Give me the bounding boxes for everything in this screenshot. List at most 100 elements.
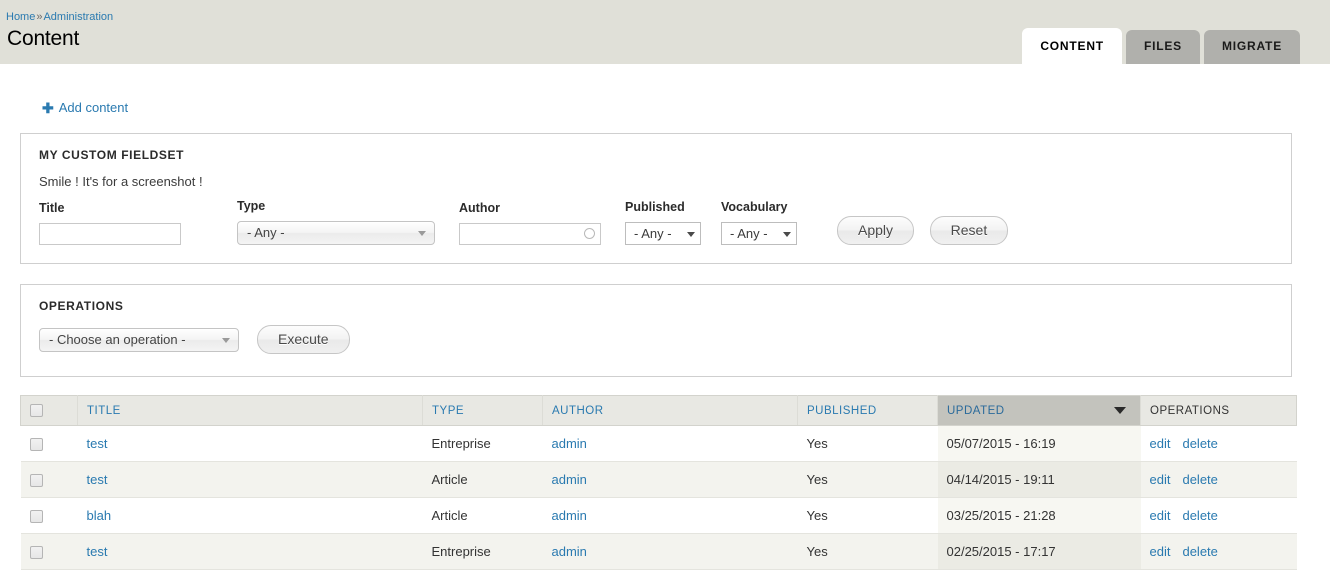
- row-author-link[interactable]: admin: [552, 436, 587, 451]
- row-delete-link[interactable]: delete: [1182, 508, 1217, 523]
- breadcrumb-item-administration[interactable]: Administration: [43, 11, 113, 23]
- filter-title-label: Title: [39, 201, 65, 215]
- row-title-link[interactable]: test: [87, 472, 108, 487]
- row-delete-link[interactable]: delete: [1182, 436, 1217, 451]
- row-title-cell: test: [77, 425, 423, 462]
- content-table-wrapper: TITLE TYPE AUTHOR PUBLISHED UPDATED OPER…: [20, 395, 1297, 570]
- row-edit-link[interactable]: edit: [1150, 544, 1171, 559]
- reset-button[interactable]: Reset: [929, 216, 1009, 245]
- row-select-cell: [20, 425, 78, 462]
- title-input[interactable]: [39, 223, 181, 245]
- chevron-down-icon: [783, 232, 791, 237]
- action-links: ✚ Add content: [0, 64, 1330, 117]
- row-edit-link[interactable]: edit: [1150, 472, 1171, 487]
- column-header-operations: OPERATIONS: [1140, 395, 1297, 426]
- filter-title-item: Title: [39, 201, 181, 245]
- table-row: blah Article admin Yes 03/25/2015 - 21:2…: [20, 497, 1297, 534]
- row-checkbox[interactable]: [29, 438, 43, 452]
- tab-migrate[interactable]: MIGRATE: [1203, 30, 1300, 64]
- row-delete-link[interactable]: delete: [1182, 544, 1217, 559]
- breadcrumb: Home»Administration: [6, 11, 113, 23]
- row-author-link[interactable]: admin: [552, 508, 587, 523]
- row-title-link[interactable]: blah: [87, 508, 112, 523]
- row-operations-cell: edit delete: [1140, 533, 1297, 570]
- row-updated-cell: 05/07/2015 - 16:19: [937, 425, 1141, 462]
- row-select-cell: [20, 497, 78, 534]
- row-updated-cell: 04/14/2015 - 19:11: [937, 461, 1141, 498]
- column-header-updated[interactable]: UPDATED: [937, 395, 1141, 426]
- primary-tabs: CONTENT FILES MIGRATE: [1018, 28, 1300, 64]
- row-author-link[interactable]: admin: [552, 544, 587, 559]
- row-type-cell: Article: [422, 497, 543, 534]
- select-all-header: [20, 395, 78, 426]
- operations-fieldset-legend: OPERATIONS: [39, 299, 124, 313]
- column-header-published[interactable]: PUBLISHED: [797, 395, 938, 426]
- table-row: test Entreprise admin Yes 02/25/2015 - 1…: [20, 533, 1297, 570]
- table-row: test Article admin Yes 04/14/2015 - 19:1…: [20, 461, 1297, 498]
- chevron-down-icon: [222, 337, 230, 343]
- execute-button[interactable]: Execute: [257, 325, 350, 354]
- chevron-down-icon: [687, 232, 695, 237]
- column-header-title[interactable]: TITLE: [77, 395, 423, 426]
- main-content: ✚ Add content MY CUSTOM FIELDSET Smile ! …: [0, 64, 1330, 570]
- row-published-cell: Yes: [797, 533, 938, 570]
- page-header: Home»Administration Content CONTENT FILE…: [0, 0, 1330, 64]
- column-header-published-label: PUBLISHED: [807, 404, 877, 417]
- published-select-value: - Any -: [634, 226, 672, 241]
- chevron-down-icon: [418, 231, 426, 236]
- filter-vocabulary-item: Vocabulary - Any -: [721, 200, 797, 245]
- row-published-cell: Yes: [797, 425, 938, 462]
- tab-files[interactable]: FILES: [1125, 30, 1200, 64]
- column-header-author[interactable]: AUTHOR: [542, 395, 798, 426]
- tab-content[interactable]: CONTENT: [1022, 28, 1122, 64]
- breadcrumb-item-home[interactable]: Home: [6, 11, 35, 23]
- add-content-link[interactable]: ✚ Add content: [42, 100, 129, 116]
- row-title-cell: blah: [77, 497, 423, 534]
- filter-author-label: Author: [459, 201, 500, 215]
- row-select-cell: [20, 533, 78, 570]
- row-author-cell: admin: [542, 425, 798, 462]
- apply-button[interactable]: Apply: [837, 216, 915, 245]
- published-select[interactable]: - Any -: [625, 222, 701, 245]
- column-header-title-label: TITLE: [87, 404, 121, 417]
- type-select[interactable]: - Any -: [237, 221, 435, 245]
- author-autocomplete: [459, 223, 601, 245]
- filter-vocabulary-label: Vocabulary: [721, 200, 788, 214]
- row-checkbox[interactable]: [29, 510, 43, 524]
- operation-select-value: - Choose an operation -: [49, 331, 186, 347]
- filter-published-item: Published - Any -: [625, 200, 701, 245]
- row-select-cell: [20, 461, 78, 498]
- vocabulary-select[interactable]: - Any -: [721, 222, 797, 245]
- filter-type-item: Type - Any -: [237, 199, 435, 245]
- row-author-link[interactable]: admin: [552, 472, 587, 487]
- row-title-link[interactable]: test: [87, 544, 108, 559]
- row-delete-link[interactable]: delete: [1182, 472, 1217, 487]
- row-author-cell: admin: [542, 461, 798, 498]
- filter-fieldset: MY CUSTOM FIELDSET Smile ! It's for a sc…: [20, 133, 1292, 264]
- select-all-checkbox[interactable]: [30, 404, 43, 417]
- row-title-cell: test: [77, 533, 423, 570]
- filter-row: Title Type - Any - Author Published - An…: [39, 199, 1273, 245]
- row-title-link[interactable]: test: [87, 436, 108, 451]
- filter-actions: Apply Reset: [809, 216, 1009, 245]
- plus-icon: ✚: [42, 100, 54, 116]
- row-checkbox[interactable]: [29, 474, 43, 488]
- row-updated-cell: 03/25/2015 - 21:28: [937, 497, 1141, 534]
- row-operations-cell: edit delete: [1140, 497, 1297, 534]
- add-content-label: Add content: [58, 100, 129, 115]
- author-input[interactable]: [459, 223, 601, 245]
- page-title: Content: [7, 27, 80, 50]
- row-edit-link[interactable]: edit: [1150, 436, 1171, 451]
- column-header-type[interactable]: TYPE: [422, 395, 543, 426]
- row-published-cell: Yes: [797, 497, 938, 534]
- row-author-cell: admin: [542, 533, 798, 570]
- row-published-cell: Yes: [797, 461, 938, 498]
- filter-fieldset-description: Smile ! It's for a screenshot !: [39, 174, 203, 189]
- row-updated-cell: 02/25/2015 - 17:17: [937, 533, 1141, 570]
- row-checkbox[interactable]: [29, 546, 43, 560]
- filter-type-label: Type: [237, 199, 266, 213]
- column-header-operations-label: OPERATIONS: [1150, 404, 1230, 417]
- vocabulary-select-value: - Any -: [730, 226, 768, 241]
- operation-select[interactable]: - Choose an operation -: [39, 327, 239, 352]
- row-edit-link[interactable]: edit: [1150, 508, 1171, 523]
